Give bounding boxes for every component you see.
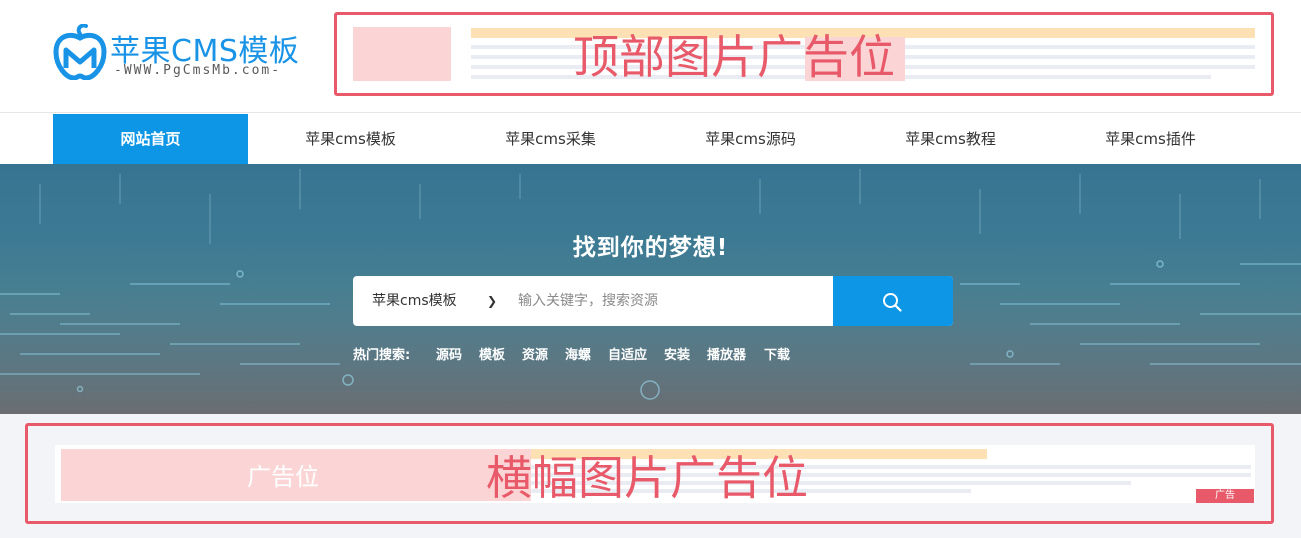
nav-item-templates[interactable]: 苹果cms模板: [253, 114, 448, 164]
nav-item-plugins[interactable]: 苹果cms插件: [1053, 114, 1248, 164]
hot-keyword[interactable]: 播放器: [707, 344, 746, 363]
top-ad-banner[interactable]: 顶部图片广告位: [334, 12, 1274, 96]
search-bar: 苹果cms模板 ❯: [353, 276, 953, 326]
ad-placeholder-block: [353, 27, 451, 81]
search-category-select[interactable]: 苹果cms模板 ❯: [353, 276, 505, 326]
banner-ad-label: 横幅图片广告位: [486, 451, 808, 505]
ad-placeholder-text: 广告位: [247, 463, 319, 491]
hot-keyword[interactable]: 下载: [764, 344, 790, 363]
top-ad-label: 顶部图片广告位: [573, 30, 895, 84]
hot-keyword[interactable]: 安装: [664, 344, 690, 363]
content-area: 广告位 广告 横幅图片广告位: [0, 414, 1301, 538]
nav-item-home[interactable]: 网站首页: [53, 114, 248, 164]
banner-ad[interactable]: 广告位 广告 横幅图片广告位: [25, 423, 1274, 524]
site-logo[interactable]: 苹果CMS模板 -WWW.PgCmsMb.com-: [52, 22, 312, 86]
hot-keyword[interactable]: 自适应: [608, 344, 647, 363]
apple-logo-icon: [53, 24, 107, 80]
nav-item-source[interactable]: 苹果cms源码: [653, 114, 848, 164]
main-nav: 网站首页 苹果cms模板 苹果cms采集 苹果cms源码 苹果cms教程 苹果c…: [0, 114, 1301, 164]
hot-keyword[interactable]: 海螺: [565, 344, 591, 363]
ad-tag: 广告: [1196, 489, 1254, 503]
nav-item-collect[interactable]: 苹果cms采集: [453, 114, 648, 164]
hot-keyword[interactable]: 资源: [522, 344, 548, 363]
hot-keyword[interactable]: 模板: [479, 344, 505, 363]
search-icon: [883, 293, 902, 312]
search-input[interactable]: [505, 276, 833, 326]
chevron-down-icon: ❯: [487, 294, 498, 308]
hero-banner: 找到你的梦想! 苹果cms模板 ❯ 热门搜索: 源码 模板 资源 海螺 自适应 …: [0, 164, 1301, 414]
nav-item-tutorials[interactable]: 苹果cms教程: [853, 114, 1048, 164]
hot-searches-label: 热门搜索:: [353, 348, 411, 363]
search-button[interactable]: [833, 276, 953, 326]
hero-slogan: 找到你的梦想!: [572, 235, 729, 261]
site-header: 苹果CMS模板 -WWW.PgCmsMb.com- 顶部图片广告位: [0, 0, 1301, 113]
search-category-value: 苹果cms模板: [372, 293, 457, 309]
hot-keyword[interactable]: 源码: [436, 344, 462, 363]
logo-url: -WWW.PgCmsMb.com-: [114, 63, 282, 78]
